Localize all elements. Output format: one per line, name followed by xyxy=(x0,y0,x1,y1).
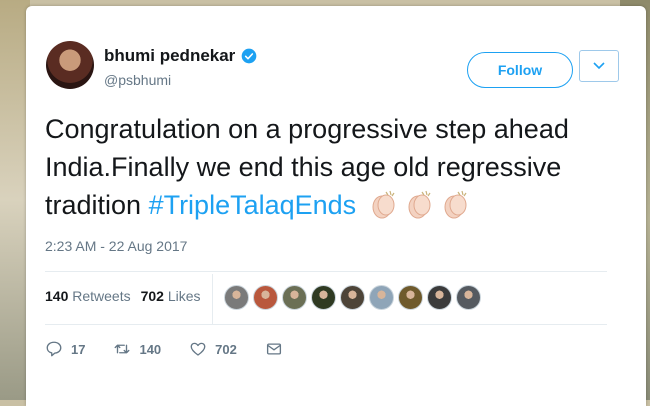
clap-emojis xyxy=(356,190,472,220)
tweet-actions: 17 140 702 xyxy=(45,340,311,358)
reply-icon xyxy=(46,341,62,357)
retweet-count: 140 xyxy=(139,341,162,357)
clapping-hands-icon xyxy=(372,190,395,219)
stats-divider xyxy=(212,274,213,324)
more-options-button[interactable] xyxy=(579,50,619,82)
avatar[interactable] xyxy=(46,41,94,89)
likes-label: Likes xyxy=(167,288,201,304)
tweet-line-2: India.Finally we end this age old regres… xyxy=(45,152,562,182)
likes-count: 702 xyxy=(140,288,164,304)
liker-avatar[interactable] xyxy=(427,285,452,310)
liker-avatars xyxy=(224,285,481,310)
follow-button[interactable]: Follow xyxy=(467,52,573,88)
envelope-icon xyxy=(266,343,281,355)
tweet-line-1: Congratulation on a progressive step ahe… xyxy=(45,114,569,144)
tweet-text: Congratulation on a progressive step ahe… xyxy=(45,110,635,224)
like-action[interactable]: 702 xyxy=(189,340,237,358)
tweet-timestamp[interactable]: 2:23 AM - 22 Aug 2017 xyxy=(45,238,187,254)
heart-icon xyxy=(190,342,206,356)
retweets-stat[interactable]: 140 Retweets xyxy=(45,288,131,304)
user-handle[interactable]: @psbhumi xyxy=(104,72,171,88)
like-count: 702 xyxy=(215,341,237,357)
retweet-icon xyxy=(115,344,130,354)
clapping-hands-icon xyxy=(444,190,467,219)
likes-stat[interactable]: 702 Likes xyxy=(141,288,201,304)
liker-avatar[interactable] xyxy=(282,285,307,310)
divider-bottom xyxy=(45,324,607,325)
user-name-row[interactable]: bhumi pednekar xyxy=(104,46,257,66)
clapping-hands-icon xyxy=(408,190,431,219)
user-name[interactable]: bhumi pednekar xyxy=(104,46,235,66)
liker-avatar[interactable] xyxy=(311,285,336,310)
liker-avatar[interactable] xyxy=(369,285,394,310)
retweets-label: Retweets xyxy=(72,288,131,304)
retweet-action[interactable]: 140 xyxy=(113,340,161,358)
verified-badge-icon xyxy=(241,48,257,64)
reply-action[interactable]: 17 xyxy=(45,340,85,358)
liker-avatar[interactable] xyxy=(398,285,423,310)
direct-message-action[interactable] xyxy=(265,340,283,358)
liker-avatar[interactable] xyxy=(224,285,249,310)
divider-top xyxy=(45,271,607,272)
liker-avatar[interactable] xyxy=(253,285,278,310)
engagement-stats: 140 Retweets 702 Likes xyxy=(45,288,201,304)
tweet-card: bhumi pednekar @psbhumi Follow Congratul… xyxy=(26,6,646,406)
reply-count: 17 xyxy=(71,341,86,357)
retweets-count: 140 xyxy=(45,288,69,304)
liker-avatar[interactable] xyxy=(456,285,481,310)
chevron-down-icon xyxy=(593,62,605,70)
hashtag-link[interactable]: #TripleTalaqEnds xyxy=(149,190,357,220)
liker-avatar[interactable] xyxy=(340,285,365,310)
tweet-line-3-text: tradition xyxy=(45,190,149,220)
tweet-line-3: tradition #TripleTalaqEnds xyxy=(45,186,635,224)
